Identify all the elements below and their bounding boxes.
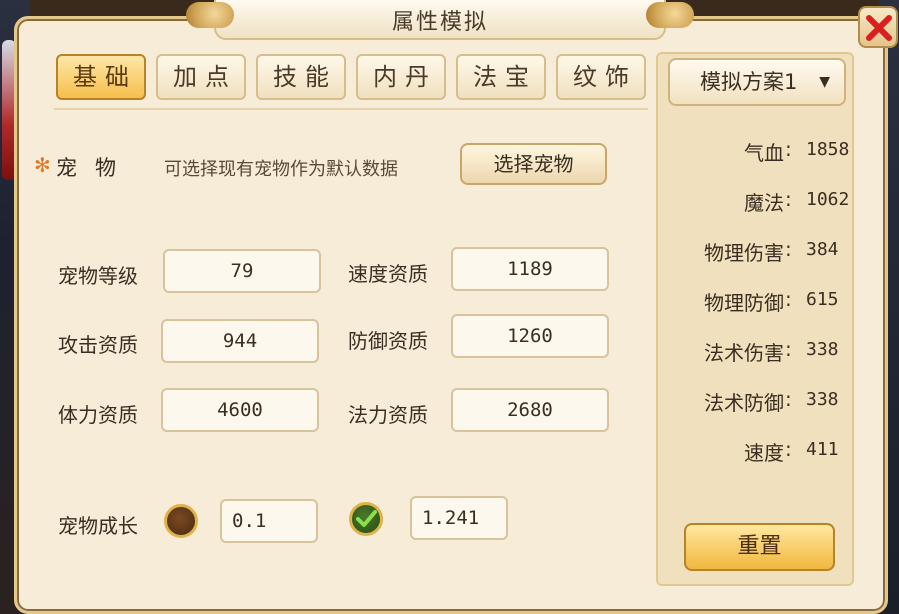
stats-sidebar xyxy=(656,52,854,586)
tab-add-points[interactable]: 加点 xyxy=(156,54,246,100)
stat-row-physical-defense: 物理防御 : 615 xyxy=(660,287,846,317)
stat-colon: : xyxy=(785,437,792,461)
stat-row-magic-damage: 法术伤害 : 338 xyxy=(660,337,846,367)
stat-value: 338 xyxy=(806,389,839,410)
speed-aptitude-label: 速度资质 xyxy=(348,262,428,286)
defense-aptitude-input[interactable]: 1260 xyxy=(451,314,609,358)
scheme-label: 模拟方案1 xyxy=(700,70,798,94)
choose-pet-button[interactable]: 选择宠物 xyxy=(460,143,607,185)
pet-level-label: 宠物等级 xyxy=(58,264,138,288)
stat-name: 法术伤害 xyxy=(704,341,784,365)
pet-label: 宠物 xyxy=(56,156,134,180)
stat-colon: : xyxy=(785,237,792,261)
required-mark-icon: ✻ xyxy=(34,153,51,177)
stat-name: 物理伤害 xyxy=(704,241,784,265)
stat-row-mana: 魔法 : 1062 xyxy=(660,187,850,217)
stat-colon: : xyxy=(785,387,792,411)
speed-aptitude-input[interactable]: 1189 xyxy=(451,247,609,291)
stat-value: 411 xyxy=(806,439,839,460)
mana-aptitude-label: 法力资质 xyxy=(348,403,428,427)
growth-option1-radio[interactable] xyxy=(164,504,198,538)
tab-divider xyxy=(54,108,648,110)
tab-ornament[interactable]: 纹饰 xyxy=(556,54,646,100)
check-icon xyxy=(356,510,377,527)
stat-row-physical-damage: 物理伤害 : 384 xyxy=(660,237,846,267)
stat-value: 338 xyxy=(806,339,839,360)
scheme-dropdown[interactable]: 模拟方案1 ▼ xyxy=(668,58,846,106)
growth-label: 宠物成长 xyxy=(58,514,138,538)
attack-aptitude-label: 攻击资质 xyxy=(58,333,138,357)
defense-aptitude-label: 防御资质 xyxy=(348,329,428,353)
window-title: 属性模拟 xyxy=(391,10,488,35)
mana-aptitude-input[interactable]: 2680 xyxy=(451,388,609,432)
tab-skills[interactable]: 技能 xyxy=(256,54,346,100)
chevron-down-icon: ▼ xyxy=(819,74,830,90)
stat-value: 615 xyxy=(806,289,839,310)
tab-basic[interactable]: 基础 xyxy=(56,54,146,100)
close-icon xyxy=(866,15,892,41)
stat-row-speed: 速度 : 411 xyxy=(660,437,846,467)
attack-aptitude-input[interactable]: 944 xyxy=(161,319,319,363)
stat-colon: : xyxy=(785,287,792,311)
title-bar: 属性模拟 xyxy=(186,0,694,40)
tab-magic-treasure[interactable]: 法宝 xyxy=(456,54,546,100)
pet-level-input[interactable]: 79 xyxy=(163,249,321,293)
growth-option2-radio[interactable] xyxy=(349,502,383,536)
stat-value: 1062 xyxy=(806,189,850,210)
pet-hint: 可选择现有宠物作为默认数据 xyxy=(164,159,398,180)
stat-name: 物理防御 xyxy=(704,291,784,315)
stat-value: 384 xyxy=(806,239,839,260)
growth-option2-input[interactable]: 1.241 xyxy=(410,496,508,540)
stat-row-hp: 气血 : 1858 xyxy=(660,137,850,167)
stat-row-magic-defense: 法术防御 : 338 xyxy=(660,387,846,417)
stat-name: 法术防御 xyxy=(704,391,784,415)
hp-aptitude-label: 体力资质 xyxy=(58,403,138,427)
growth-option1-input[interactable]: 0.1 xyxy=(220,499,318,543)
stat-colon: : xyxy=(785,337,792,361)
stat-value: 1858 xyxy=(806,139,850,160)
hp-aptitude-input[interactable]: 4600 xyxy=(161,388,319,432)
stat-colon: : xyxy=(785,187,792,211)
stat-name: 速度 xyxy=(744,441,784,465)
reset-button[interactable]: 重置 xyxy=(684,523,835,571)
stat-colon: : xyxy=(785,137,792,161)
tab-inner-pill[interactable]: 内丹 xyxy=(356,54,446,100)
stat-name: 气血 xyxy=(744,141,784,165)
stat-name: 魔法 xyxy=(744,191,784,215)
close-button[interactable] xyxy=(858,6,898,48)
